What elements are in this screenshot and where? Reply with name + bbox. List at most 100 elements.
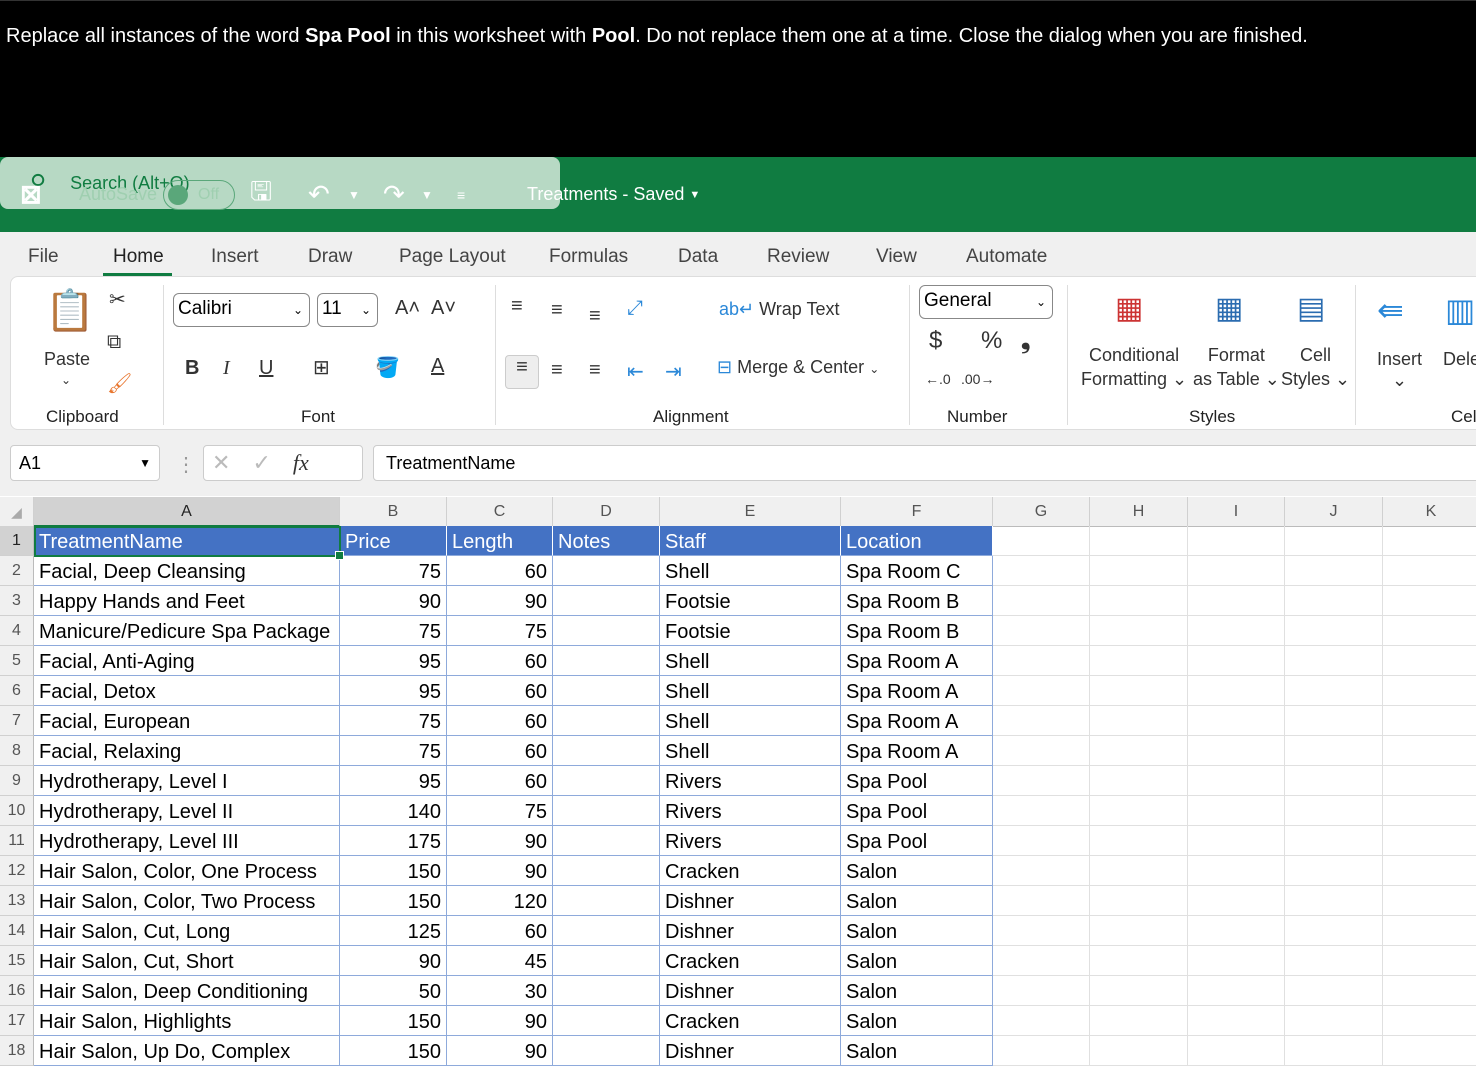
insert-button[interactable]: Insert ⌄ [1377,349,1422,391]
table-cell[interactable] [1383,766,1476,796]
table-cell[interactable] [993,646,1090,676]
table-cell[interactable] [1383,706,1476,736]
table-cell[interactable]: 95 [340,676,447,706]
table-cell[interactable] [1090,1036,1188,1066]
table-cell[interactable]: Cracken [660,1006,841,1036]
font-name-dropdown[interactable]: Calibri ⌄ [173,293,310,327]
table-header-cell[interactable]: TreatmentName [34,526,340,556]
table-cell[interactable]: 150 [340,886,447,916]
table-cell[interactable]: Spa Room B [841,616,993,646]
table-cell[interactable] [993,796,1090,826]
table-cell[interactable] [993,736,1090,766]
column-header-H[interactable]: H [1090,497,1188,527]
currency-button[interactable]: $ [929,327,942,355]
table-cell[interactable] [1285,766,1383,796]
table-cell[interactable]: 60 [447,736,553,766]
table-cell[interactable]: Spa Pool [841,766,993,796]
table-header-cell[interactable] [1090,526,1188,556]
table-cell[interactable]: 140 [340,796,447,826]
table-cell[interactable] [993,706,1090,736]
table-cell[interactable]: Hair Salon, Up Do, Complex [34,1036,340,1066]
table-cell[interactable] [1090,556,1188,586]
table-cell[interactable] [993,556,1090,586]
delete-button[interactable]: Dele [1443,349,1476,370]
table-cell[interactable] [1285,556,1383,586]
table-cell[interactable]: Dishner [660,1036,841,1066]
table-cell[interactable] [553,946,660,976]
table-cell[interactable]: 60 [447,706,553,736]
table-cell[interactable]: Shell [660,676,841,706]
table-cell[interactable]: 60 [447,766,553,796]
table-cell[interactable] [993,616,1090,646]
table-cell[interactable] [553,676,660,706]
bottom-align-icon[interactable]: ≡ [589,305,601,328]
table-cell[interactable] [1090,886,1188,916]
align-right-icon[interactable]: ≡ [589,359,601,382]
table-cell[interactable] [1383,946,1476,976]
row-header[interactable]: 14 [0,916,34,946]
column-header-E[interactable]: E [660,497,841,527]
table-header-cell[interactable]: Staff [660,526,841,556]
table-cell[interactable] [1285,1006,1383,1036]
increase-indent-icon[interactable]: ⇥ [665,359,682,384]
table-cell[interactable] [1188,856,1285,886]
table-cell[interactable]: 90 [447,1006,553,1036]
table-cell[interactable] [1383,916,1476,946]
table-cell[interactable]: Footsie [660,616,841,646]
save-icon[interactable]: 🖫 [250,157,272,232]
tab-home[interactable]: Home [103,246,172,276]
row-header[interactable]: 10 [0,796,34,826]
table-cell[interactable]: 75 [340,736,447,766]
table-cell[interactable]: Footsie [660,586,841,616]
table-cell[interactable]: Shell [660,646,841,676]
table-cell[interactable] [1383,556,1476,586]
table-cell[interactable]: Spa Pool [841,796,993,826]
column-header-D[interactable]: D [553,497,660,527]
tab-review[interactable]: Review [767,246,829,268]
row-header[interactable]: 16 [0,976,34,1006]
align-left-button[interactable]: ≡ [505,355,539,389]
font-color-icon[interactable]: A [431,355,444,378]
table-cell[interactable] [1285,796,1383,826]
table-cell[interactable] [553,886,660,916]
fill-color-icon[interactable]: 🪣 [375,355,400,380]
table-cell[interactable]: 125 [340,916,447,946]
table-cell[interactable] [1090,826,1188,856]
row-header[interactable]: 4 [0,616,34,646]
select-all-button[interactable]: ◢ [0,497,34,527]
increase-decimal-icon[interactable]: ←.0 [925,371,951,387]
table-cell[interactable]: Facial, European [34,706,340,736]
table-cell[interactable]: 90 [340,946,447,976]
table-cell[interactable] [993,1006,1090,1036]
table-cell[interactable] [1188,976,1285,1006]
table-cell[interactable]: 90 [447,1036,553,1066]
tab-automate[interactable]: Automate [966,246,1047,268]
paste-button[interactable]: Paste [44,349,90,370]
column-header-B[interactable]: B [340,497,447,527]
table-cell[interactable] [1188,1006,1285,1036]
table-cell[interactable] [553,556,660,586]
tab-formulas[interactable]: Formulas [549,246,628,268]
table-cell[interactable] [553,1006,660,1036]
merge-center-button[interactable]: ⊟ Merge & Center ⌄ [717,357,879,378]
table-cell[interactable]: 75 [447,616,553,646]
copy-icon[interactable]: ⧉ [107,331,121,354]
table-cell[interactable]: 60 [447,556,553,586]
table-cell[interactable] [553,766,660,796]
table-cell[interactable] [1285,736,1383,766]
table-cell[interactable]: Spa Room A [841,736,993,766]
table-cell[interactable] [1285,1036,1383,1066]
table-cell[interactable]: 50 [340,976,447,1006]
column-header-I[interactable]: I [1188,497,1285,527]
table-cell[interactable] [993,586,1090,616]
table-cell[interactable]: Spa Room A [841,646,993,676]
table-cell[interactable] [1383,616,1476,646]
table-cell[interactable] [1285,826,1383,856]
table-cell[interactable] [1285,676,1383,706]
document-title[interactable]: Treatments - Saved ▼ [527,157,700,232]
number-format-dropdown[interactable]: General ⌄ [919,285,1053,319]
table-cell[interactable] [1090,916,1188,946]
column-header-J[interactable]: J [1285,497,1383,527]
row-header[interactable]: 3 [0,586,34,616]
table-cell[interactable]: 90 [447,586,553,616]
